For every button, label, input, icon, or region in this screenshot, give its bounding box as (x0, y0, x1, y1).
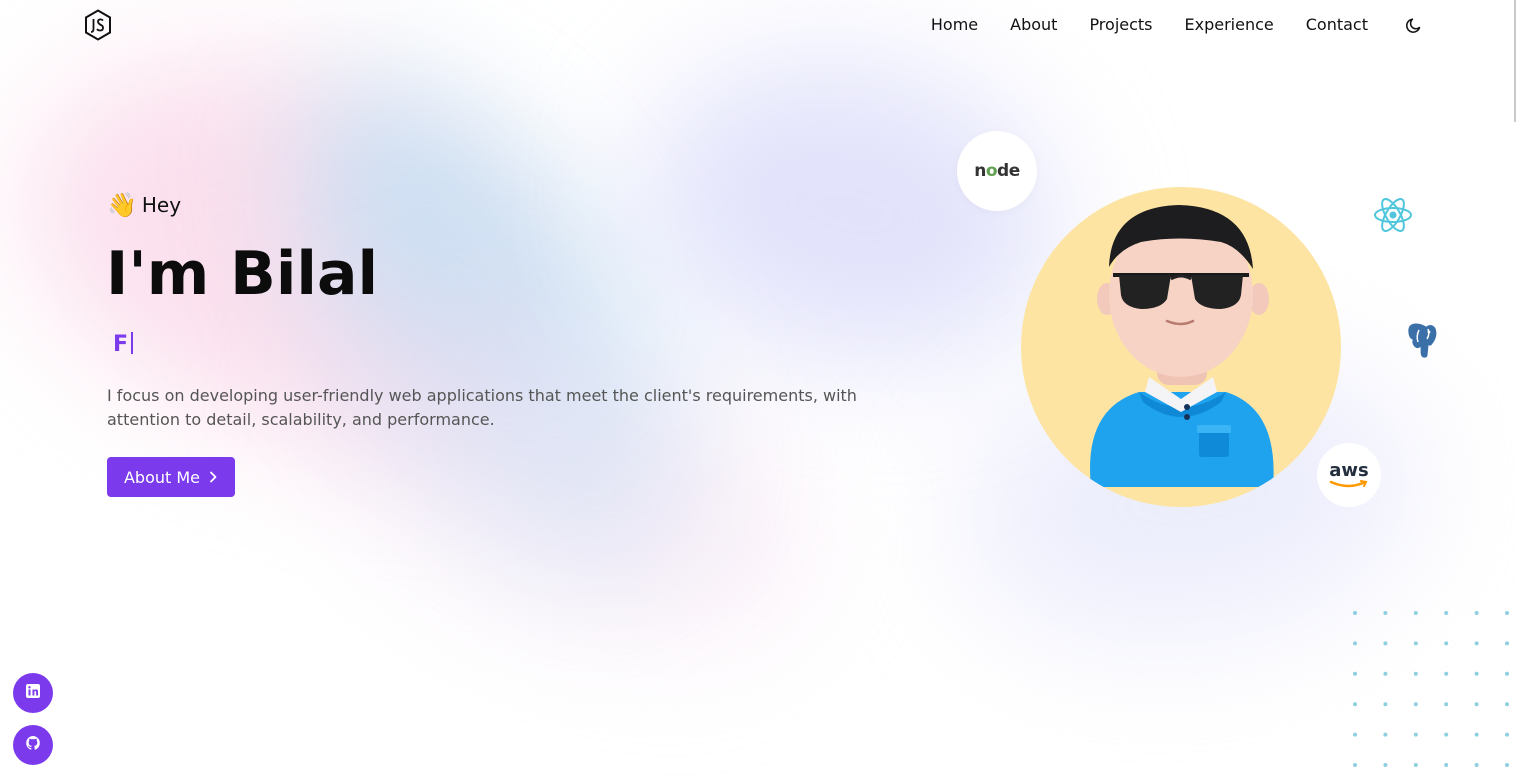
typed-role-text: F (113, 330, 134, 360)
linkedin-icon (25, 683, 41, 703)
grid-dot (1413, 763, 1418, 767)
grid-dot (1353, 732, 1357, 737)
grid-dot (1444, 763, 1449, 767)
github-icon (25, 735, 41, 755)
grid-dot (1474, 732, 1479, 737)
postgresql-icon (1402, 320, 1440, 360)
main-nav: Home About Projects Experience Contact (931, 13, 1368, 37)
about-me-button-label: About Me (123, 467, 201, 487)
grid-dot (1505, 763, 1509, 767)
grid-dot (1383, 732, 1388, 737)
nav-contact-link[interactable]: Contact (1306, 13, 1368, 37)
typing-cursor (131, 332, 134, 354)
hero-title: I'm Bilal (106, 239, 379, 309)
grid-dot (1413, 671, 1418, 676)
grid-dot (1413, 641, 1418, 646)
grid-dot (1474, 702, 1479, 707)
grid-dot (1505, 641, 1509, 646)
grid-dot (1505, 671, 1509, 676)
grid-dot (1353, 671, 1357, 676)
nav-home-link[interactable]: Home (931, 13, 978, 37)
greeting-text: Hey (141, 193, 182, 217)
linkedin-button[interactable] (13, 673, 53, 713)
grid-dot (1353, 702, 1357, 707)
grid-dot (1353, 611, 1357, 615)
nav-projects-link[interactable]: Projects (1089, 13, 1152, 37)
grid-dot (1383, 641, 1388, 646)
grid-dot (1444, 611, 1449, 615)
nav-about-link[interactable]: About (1010, 13, 1057, 37)
dot-grid-decoration (1350, 608, 1516, 776)
grid-dot (1505, 611, 1509, 615)
waving-hand-icon: 👋 (107, 191, 137, 219)
grid-dot (1383, 611, 1388, 615)
grid-dot (1413, 732, 1418, 737)
js-hexagon-logo-icon[interactable] (84, 9, 112, 41)
hero-description: I focus on developing user-friendly web … (107, 386, 857, 429)
node-logo: node (974, 161, 1020, 181)
aws-badge: aws (1317, 443, 1381, 507)
react-icon (1372, 196, 1414, 234)
nav-experience-link[interactable]: Experience (1185, 13, 1274, 37)
grid-dot (1353, 641, 1357, 646)
node-badge: node (957, 131, 1037, 211)
grid-dot (1474, 763, 1479, 767)
grid-dot (1383, 763, 1388, 767)
grid-dot (1413, 702, 1418, 707)
github-button[interactable] (13, 725, 53, 765)
grid-dot (1444, 641, 1449, 646)
chevron-right-icon (208, 468, 218, 487)
grid-dot (1353, 763, 1357, 767)
grid-dot (1505, 732, 1509, 737)
grid-dot (1383, 671, 1388, 676)
grid-dot (1444, 702, 1449, 707)
grid-dot (1474, 641, 1479, 646)
avatar (1021, 187, 1341, 507)
moon-icon[interactable] (1404, 15, 1424, 35)
grid-dot (1474, 611, 1479, 615)
about-me-button[interactable]: About Me (107, 457, 235, 497)
grid-dot (1474, 671, 1479, 676)
grid-dot (1413, 611, 1418, 615)
typed-text: F (113, 332, 129, 357)
grid-dot (1505, 702, 1509, 707)
grid-dot (1383, 702, 1388, 707)
aws-logo-text: aws (1329, 460, 1369, 481)
greeting: 👋 Hey (107, 190, 181, 220)
grid-dot (1444, 732, 1449, 737)
aws-logo: aws (1329, 462, 1369, 488)
grid-dot (1444, 671, 1449, 676)
background-blob (225, 15, 755, 625)
background-blob (613, 19, 1087, 401)
